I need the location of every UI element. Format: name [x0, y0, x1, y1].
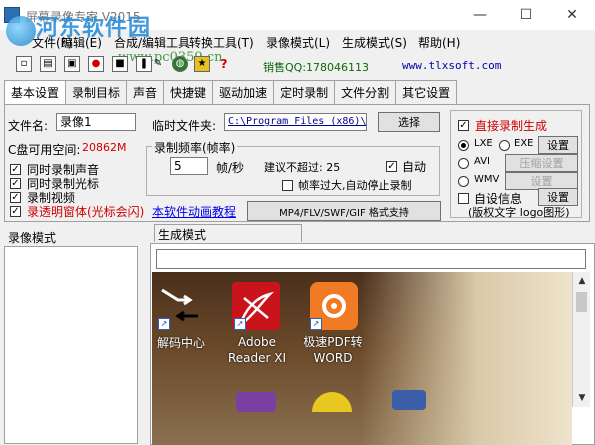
menu-generate-mode[interactable]: 生成模式(S)	[342, 34, 407, 51]
tab-driver-accel[interactable]: 驱动加速	[212, 80, 275, 104]
rec-cursor-checkbox[interactable]: ✓	[10, 178, 21, 189]
lxe-label: LXE	[474, 138, 493, 149]
save-icon[interactable]: ▣	[64, 56, 80, 72]
disk-space-label: C盘可用空间:	[8, 143, 81, 157]
custom-info-checkbox[interactable]	[458, 193, 469, 204]
rec-transparent-checkbox[interactable]: ✓	[10, 206, 21, 217]
shortcut-arrow-icon: ↗	[158, 318, 170, 330]
stop-icon[interactable]: ■	[112, 56, 128, 72]
frame-rate-group-title: 录制频率(帧率)	[152, 139, 238, 156]
tab-basic[interactable]: 基本设置	[4, 80, 67, 104]
tab-file-split[interactable]: 文件分割	[334, 80, 397, 104]
disk-space-value: 20862M	[82, 141, 127, 154]
shortcut-arrow-icon: ↗	[310, 318, 322, 330]
fps-input[interactable]: 5	[170, 157, 208, 175]
exe-radio[interactable]	[499, 140, 510, 151]
close-button[interactable]: ✕	[549, 0, 595, 30]
help-icon[interactable]: ?	[216, 56, 232, 72]
new-icon[interactable]: ▫	[16, 56, 32, 72]
winrar-icon[interactable]	[236, 392, 276, 412]
desktop-background-light	[360, 272, 572, 445]
compress-setup-button[interactable]: 压缩设置	[505, 154, 578, 172]
maximize-button[interactable]: ☐	[503, 0, 549, 30]
minimize-button[interactable]: —	[457, 0, 503, 30]
temp-folder-input[interactable]: C:\Program Files (x86)\	[224, 113, 367, 131]
tool-icon[interactable]: ✎	[150, 56, 166, 72]
browse-button[interactable]: 选择	[378, 112, 440, 132]
preview-vertical-scrollbar[interactable]: ▲ ▼	[572, 272, 590, 407]
rec-transparent-label: 录透明窗体(光标会闪)	[27, 205, 145, 219]
menu-convert-tools[interactable]: 转换工具(T)	[189, 34, 254, 51]
fps-suggest: 建议不超过: 25	[264, 161, 341, 174]
scroll-thumb[interactable]	[576, 292, 587, 312]
tab-scheduled[interactable]: 定时录制	[273, 80, 336, 104]
wmv-radio[interactable]	[458, 176, 469, 187]
rec-sound-checkbox[interactable]: ✓	[10, 164, 21, 175]
auto-stop-checkbox[interactable]	[282, 180, 293, 191]
watermark-site-name: 河东软件园	[36, 15, 152, 41]
scroll-down-icon[interactable]: ▼	[574, 390, 590, 406]
sales-qq-text: 销售QQ:178046113	[263, 61, 370, 74]
exe-setup-button[interactable]: 设置	[538, 136, 578, 154]
animation-tutorial-link[interactable]: 本软件动画教程	[152, 203, 236, 220]
open-icon[interactable]: ▤	[40, 56, 56, 72]
direct-record-label: 直接录制生成	[475, 119, 548, 133]
auto-fps-checkbox[interactable]: ✓	[386, 161, 397, 172]
globe-icon[interactable]: ◍	[172, 56, 188, 72]
record-mode-panel[interactable]	[4, 246, 138, 444]
tab-hotkeys[interactable]: 快捷键	[163, 80, 214, 104]
exe-label: EXE	[514, 138, 534, 149]
tab-other[interactable]: 其它设置	[395, 80, 458, 104]
copyright-note: (版权文字 logo图形)	[468, 206, 570, 219]
website-link[interactable]: www.tlxsoft.com	[402, 59, 501, 72]
desktop-label-decoder: 解码中心	[156, 336, 205, 350]
temp-folder-label: 临时文件夹:	[152, 119, 217, 133]
fps-unit: 帧/秒	[216, 161, 245, 175]
tab-record-target[interactable]: 录制目标	[65, 80, 128, 104]
lxe-radio[interactable]	[458, 140, 469, 151]
watermark-logo	[6, 16, 36, 46]
avi-radio[interactable]	[458, 158, 469, 169]
shortcut-arrow-icon: ↗	[234, 318, 246, 330]
wmv-label: WMV	[474, 174, 500, 185]
filename-input[interactable]: 录像1	[56, 113, 136, 131]
menu-help[interactable]: 帮助(H)	[418, 34, 460, 51]
filename-label: 文件名:	[8, 119, 49, 133]
format-support-button[interactable]: MP4/FLV/SWF/GIF 格式支持	[247, 201, 441, 221]
avi-label: AVI	[474, 156, 490, 167]
rec-video-checkbox[interactable]: ✓	[10, 192, 21, 203]
auto-stop-label: 帧率过大,自动停止录制	[298, 179, 412, 192]
menu-record-mode[interactable]: 录像模式(L)	[266, 34, 330, 51]
generate-mode-title: 生成模式	[158, 228, 207, 242]
preview-progress-bar	[156, 249, 586, 269]
gift-icon[interactable]: ★	[194, 56, 210, 72]
direct-record-checkbox[interactable]: ✓	[458, 120, 469, 131]
blue-app-icon[interactable]	[392, 390, 426, 410]
record-mode-title: 录像模式	[8, 231, 57, 245]
record-icon[interactable]: ●	[88, 56, 104, 72]
tab-sound[interactable]: 声音	[126, 80, 165, 104]
settings-tabs: 基本设置 录制目标 声音 快捷键 驱动加速 定时录制 文件分割 其它设置	[4, 80, 536, 104]
scroll-up-icon[interactable]: ▲	[574, 273, 590, 289]
desktop-label-pdf-word: 极速PDF转 WORD	[303, 335, 363, 365]
auto-fps-label: 自动	[402, 160, 427, 174]
desktop-label-adobe: Adobe Reader XI	[227, 335, 287, 365]
